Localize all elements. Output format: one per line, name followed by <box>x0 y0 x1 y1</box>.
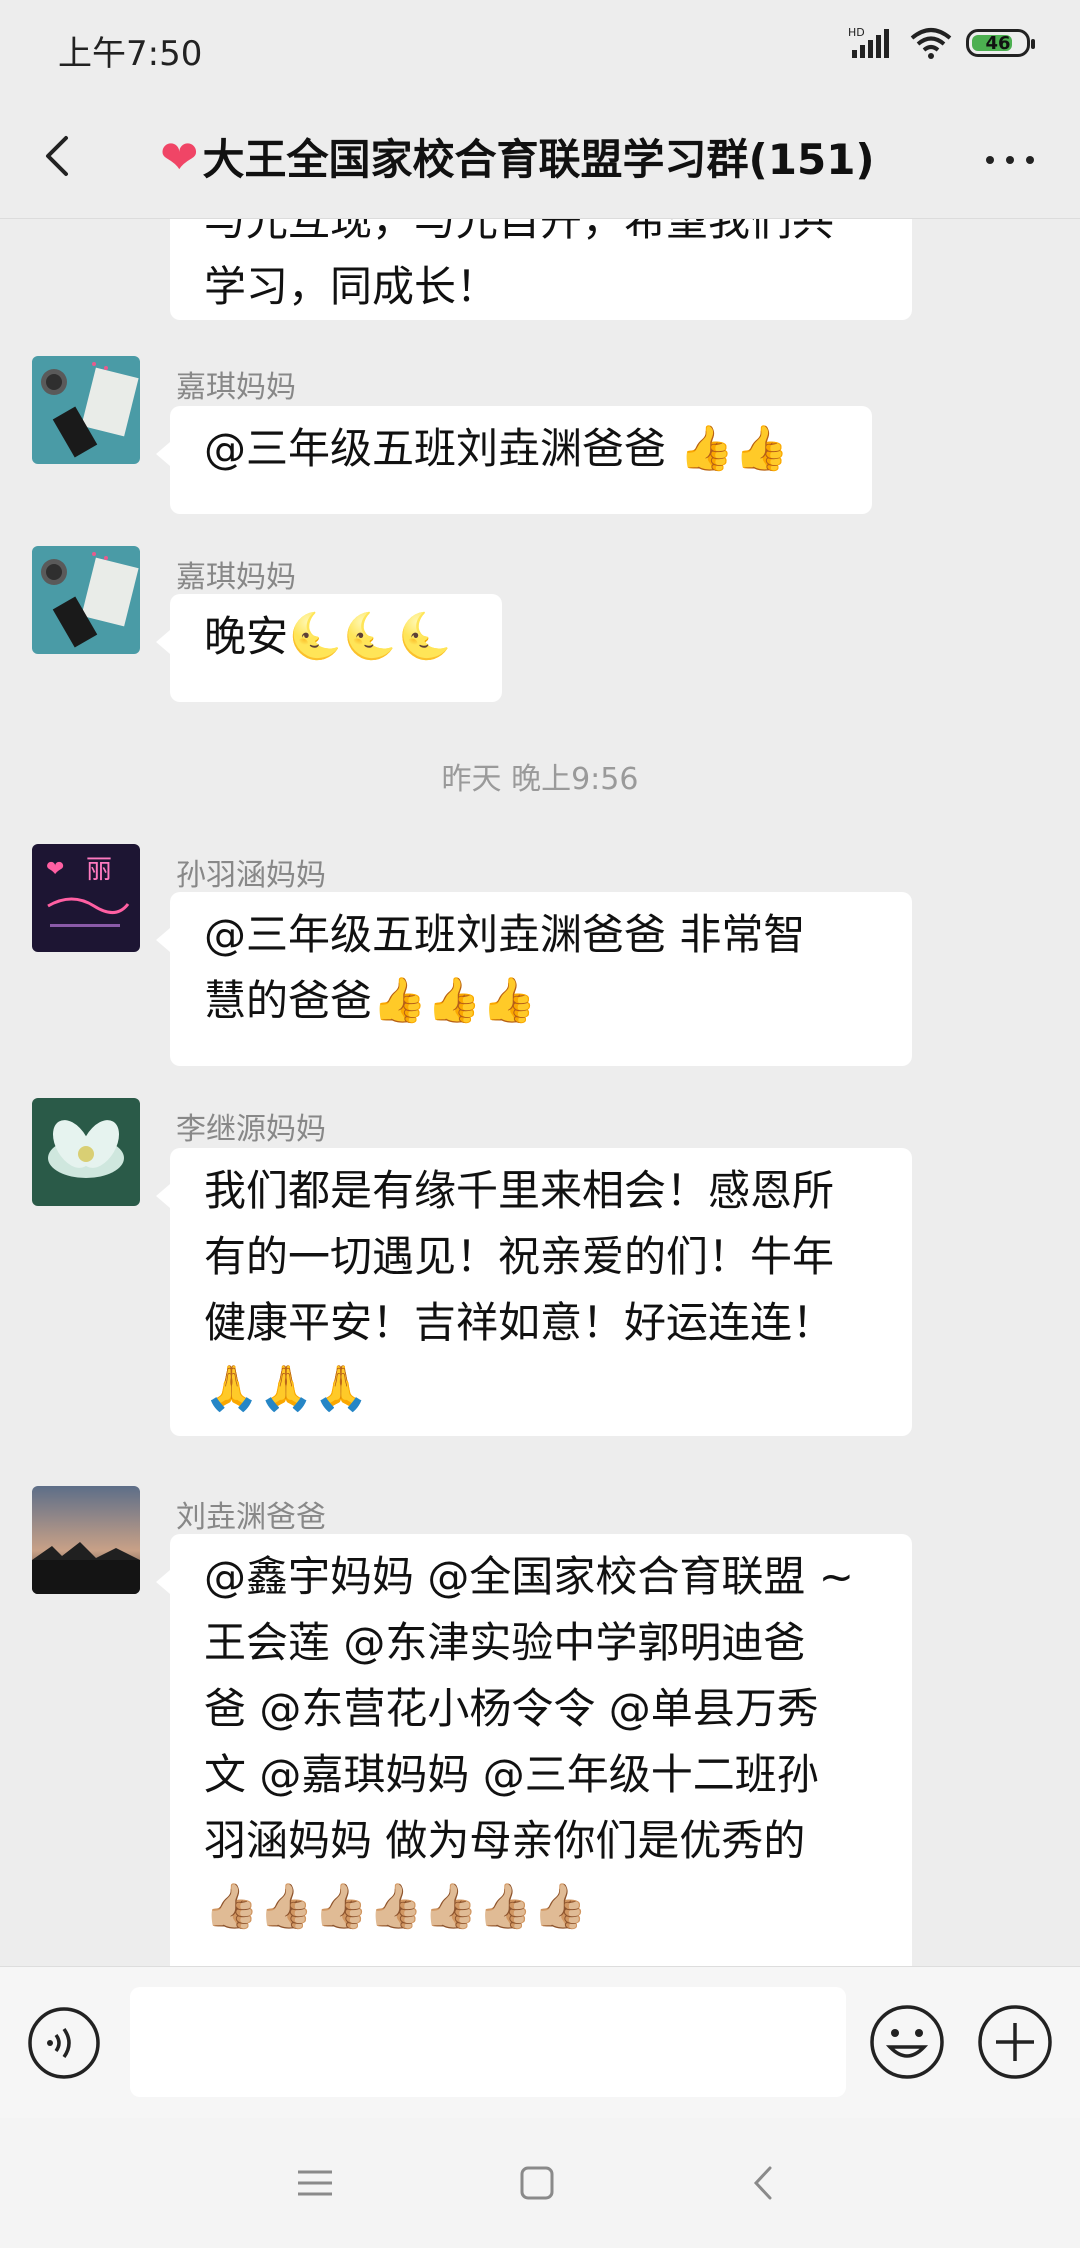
status-time: 上午7:50 <box>58 34 203 74</box>
praying-hands-emoji: 🙏🙏🙏 <box>204 1363 369 1414</box>
message-input[interactable] <box>130 1987 846 2097</box>
avatar[interactable] <box>32 1486 140 1594</box>
svg-text:HD: HD <box>848 26 865 39</box>
chat-header: ❤ 大王全国家校合育联盟学习群(151) <box>0 96 1080 219</box>
message-bubble[interactable]: 晚安🌜🌜🌜 <box>156 594 502 702</box>
more-options-icon[interactable] <box>980 130 1040 190</box>
menu-icon[interactable] <box>290 2158 340 2208</box>
heart-icon: ❤ <box>160 129 199 184</box>
avatar[interactable] <box>32 1098 140 1206</box>
chat-title: ❤ 大王全国家校合育联盟学习群(151) <box>160 129 875 185</box>
avatar[interactable] <box>32 356 140 464</box>
voice-input-icon[interactable] <box>26 2005 102 2081</box>
sender-name: 嘉琪妈妈 <box>176 370 296 405</box>
sender-name: 孙羽涵妈妈 <box>176 858 326 893</box>
thumbs-up-emoji: 👍🏼👍🏼👍🏼👍🏼👍🏼👍🏼👍🏼 <box>204 1881 588 1932</box>
svg-text:❤: ❤ <box>46 857 64 882</box>
status-icons: HD 46 <box>848 26 1035 60</box>
more-functions-plus-icon[interactable] <box>976 2003 1054 2081</box>
svg-text:丽: 丽 <box>86 855 112 885</box>
back-icon[interactable] <box>740 2158 790 2208</box>
moon-emoji: 🌜🌜🌜 <box>288 611 453 662</box>
avatar[interactable] <box>32 546 140 654</box>
message-bubble[interactable]: @三年级五班刘垚渊爸爸 非常智 慧的爸爸👍👍👍 <box>156 892 912 1066</box>
message-bubble[interactable]: @三年级五班刘垚渊爸爸 👍👍 <box>156 406 872 514</box>
wifi-icon <box>910 28 952 59</box>
message-bubble[interactable]: @鑫宇妈妈 @全国家校合育联盟 ~ 王会莲 @东津实验中学郭明迪爸 爸 @东营花… <box>156 1534 912 1966</box>
message-bubble[interactable]: 我们都是有缘千里来相会！感恩所 有的一切遇见！祝亲爱的们！牛年 健康平安！吉祥如… <box>156 1148 912 1436</box>
signal-icon: HD <box>848 26 889 58</box>
message-bubble[interactable]: 与光互现，与光自开，希望我们共 学习，同成长！ <box>170 218 912 320</box>
back-arrow-icon[interactable] <box>30 126 90 186</box>
message-input-bar <box>0 1966 1080 2119</box>
status-bar: 上午7:50 HD 46 <box>0 0 1080 96</box>
thumbs-up-emoji: 👍👍 <box>679 423 789 474</box>
avatar[interactable]: ❤ 丽 <box>32 844 140 952</box>
chat-message-list[interactable]: 与光互现，与光自开，希望我们共 学习，同成长！ 嘉琪妈妈 @三年级五班刘垚渊爸爸… <box>0 218 1080 1966</box>
sender-name: 嘉琪妈妈 <box>176 560 296 595</box>
thumbs-up-emoji: 👍👍👍 <box>372 975 537 1026</box>
battery-icon: 46 <box>966 29 1035 57</box>
sender-name: 刘垚渊爸爸 <box>176 1500 326 1535</box>
home-icon[interactable] <box>512 2158 562 2208</box>
emoji-icon[interactable] <box>868 2003 946 2081</box>
message-timestamp: 昨天 晚上9:56 <box>441 762 639 797</box>
system-nav-bar <box>0 2118 1080 2248</box>
sender-name: 李继源妈妈 <box>176 1112 326 1147</box>
